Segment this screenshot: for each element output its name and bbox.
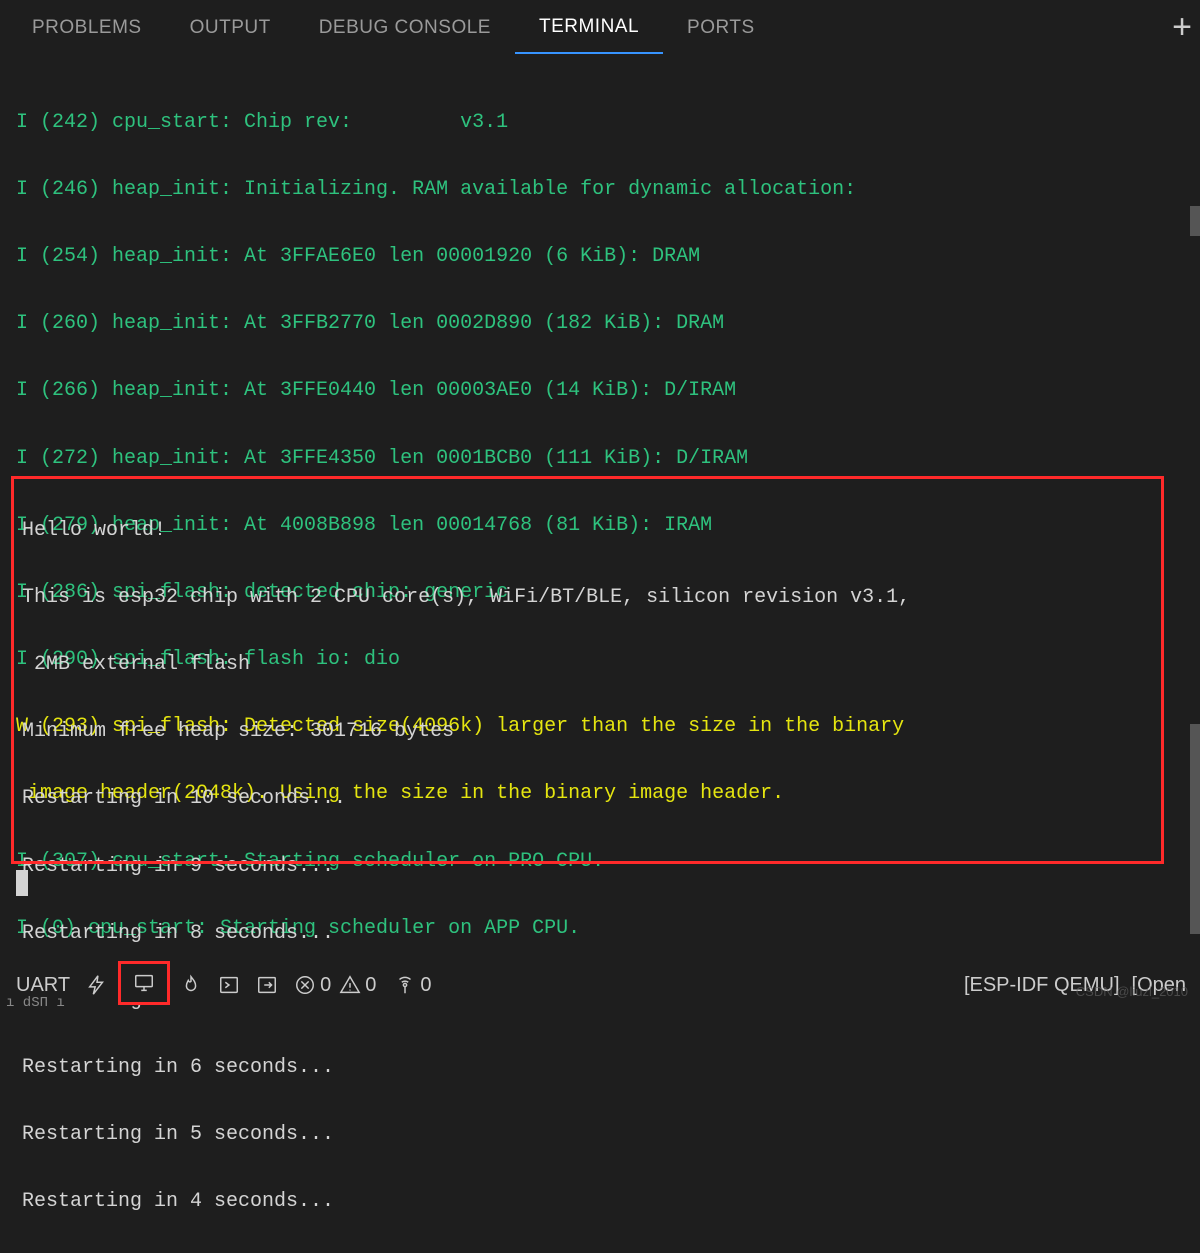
app-line: Restarting in 10 seconds... — [22, 782, 1160, 816]
monitor-icon[interactable] — [133, 964, 155, 1002]
error-icon — [294, 974, 316, 996]
warning-icon — [339, 974, 361, 996]
tab-terminal[interactable]: TERMINAL — [515, 2, 663, 54]
app-line: Restarting in 6 seconds... — [22, 1051, 1160, 1085]
tab-debug-console[interactable]: DEBUG CONSOLE — [295, 3, 515, 53]
tab-output[interactable]: OUTPUT — [166, 3, 295, 53]
app-output: Hello world! This is esp32 chip with 2 C… — [22, 480, 1160, 1253]
antenna-icon — [394, 974, 416, 996]
log-line: I (260) heap_init: At 3FFB2770 len 0002D… — [16, 307, 1184, 341]
log-line: I (266) heap_init: At 3FFE0440 len 00003… — [16, 374, 1184, 408]
tab-ports[interactable]: PORTS — [663, 3, 779, 53]
error-count: 0 — [320, 974, 331, 997]
new-terminal-button[interactable]: + — [1172, 8, 1192, 47]
status-problems[interactable]: 0 0 — [286, 965, 386, 1005]
highlight-box-monitor — [118, 961, 170, 1005]
tab-problems[interactable]: PROBLEMS — [8, 3, 166, 53]
app-line: Restarting in 8 seconds... — [22, 917, 1160, 951]
app-line: 2MB external flash — [22, 648, 1160, 682]
log-line: I (254) heap_init: At 3FFAE6E0 len 00001… — [16, 240, 1184, 274]
terminal-cursor — [16, 870, 28, 896]
truncated-text: ı dSП ı — [6, 995, 65, 1011]
scroll-thumb[interactable] — [1190, 724, 1200, 934]
log-line: I (246) heap_init: Initializing. RAM ava… — [16, 173, 1184, 207]
app-line: Restarting in 4 seconds... — [22, 1185, 1160, 1219]
ports-count: 0 — [420, 974, 431, 997]
scroll-thumb[interactable] — [1190, 206, 1200, 236]
flash-icon[interactable] — [78, 965, 116, 1005]
import-icon[interactable] — [248, 965, 286, 1005]
flame-icon[interactable] — [172, 965, 210, 1005]
app-line: Restarting in 9 seconds... — [22, 850, 1160, 884]
log-line: I (272) heap_init: At 3FFE4350 len 0001B… — [16, 442, 1184, 476]
panel-tabs: PROBLEMS OUTPUT DEBUG CONSOLE TERMINAL P… — [0, 0, 1200, 56]
status-bar: UART 0 0 0 [ESP-IDF QEMU] [Open — [0, 965, 1200, 1005]
status-ports[interactable]: 0 — [386, 965, 441, 1005]
log-line: I (242) cpu_start: Chip rev: v3.1 — [16, 106, 1184, 140]
watermark-text: CSDN @liuzl_2010 — [1076, 984, 1188, 999]
warning-count: 0 — [365, 974, 376, 997]
scrollbar[interactable] — [1186, 56, 1200, 965]
terminal-exec-icon[interactable] — [210, 965, 248, 1005]
app-line: Restarting in 5 seconds... — [22, 1118, 1160, 1152]
app-line: Hello world! — [22, 514, 1160, 548]
app-line: This is esp32 chip with 2 CPU core(s), W… — [22, 581, 1160, 615]
app-line: Minimum free heap size: 301716 bytes — [22, 715, 1160, 749]
